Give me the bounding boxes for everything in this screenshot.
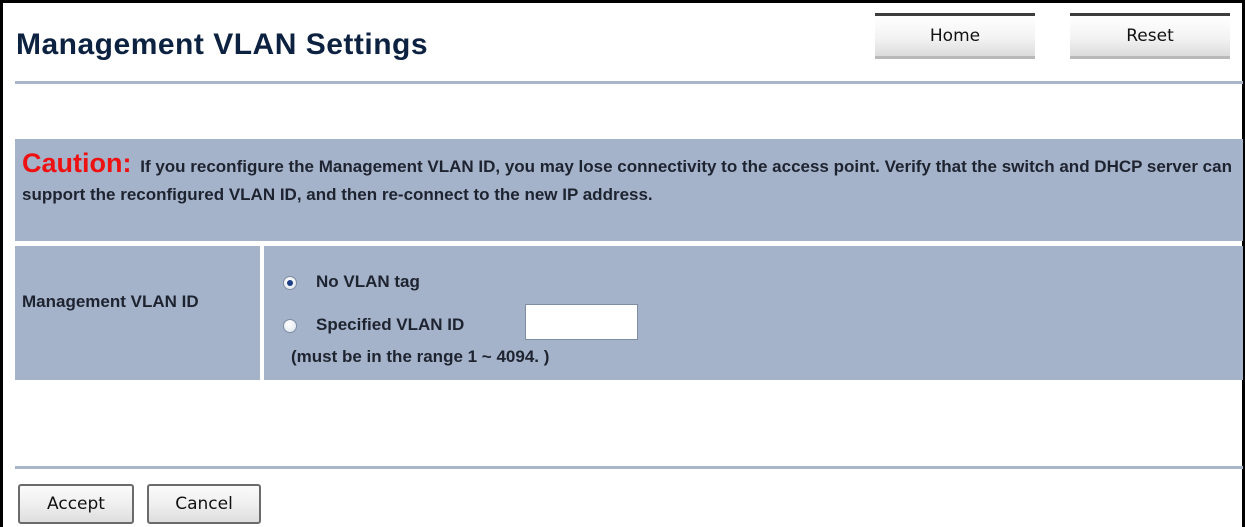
caution-message: If you reconfigure the Management VLAN I… (22, 157, 1232, 204)
vlan-range-note: (must be in the range 1 ~ 4094. ) (291, 347, 550, 366)
vlan-id-input[interactable] (525, 304, 638, 340)
caution-heading: Caution: (22, 148, 132, 178)
window-frame-left (0, 0, 3, 527)
management-vlan-options: No VLAN tag Specified VLAN ID (must be i… (264, 246, 1243, 380)
specified-vlan-id-radio[interactable] (283, 319, 297, 333)
no-vlan-tag-label[interactable]: No VLAN tag (316, 272, 420, 292)
window-frame-top (0, 0, 1245, 3)
header-divider (15, 81, 1243, 84)
cancel-button[interactable]: Cancel (147, 484, 261, 524)
caution-panel: Caution: If you reconfigure the Manageme… (15, 139, 1243, 241)
page-title: Management VLAN Settings (16, 28, 429, 61)
specified-vlan-id-label[interactable]: Specified VLAN ID (316, 315, 464, 335)
footer-divider (15, 466, 1243, 469)
reset-button[interactable]: Reset (1070, 13, 1230, 59)
management-vlan-id-label: Management VLAN ID (15, 246, 260, 380)
home-button[interactable]: Home (875, 13, 1035, 59)
no-vlan-tag-radio[interactable] (283, 276, 297, 290)
accept-button[interactable]: Accept (18, 484, 134, 524)
